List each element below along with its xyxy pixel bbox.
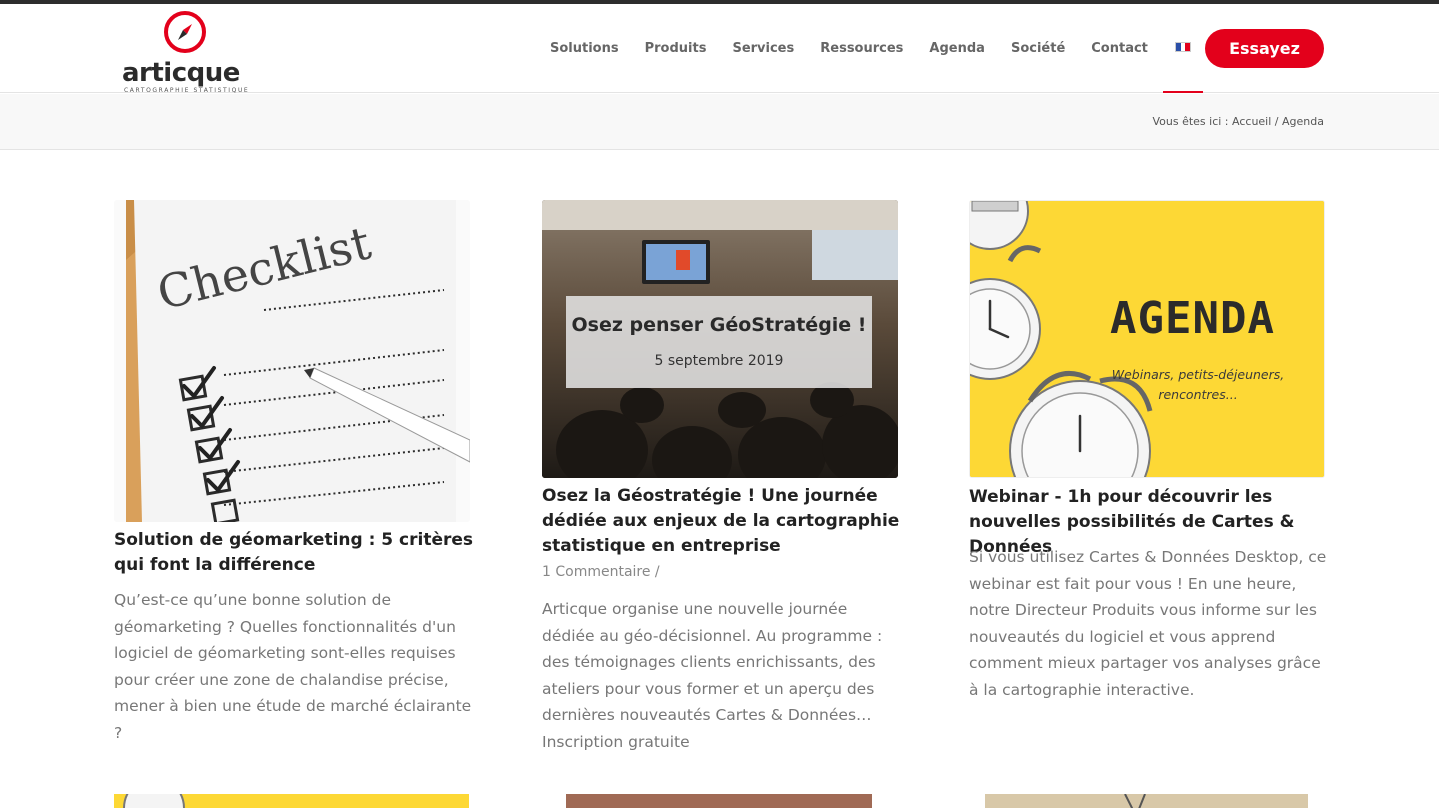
language-switcher[interactable] (1162, 4, 1203, 93)
breadcrumb-separator: / (1274, 115, 1279, 128)
agenda-subline: Webinars, petits-déjeuners, rencontres..… (1111, 367, 1285, 402)
post-title[interactable]: Osez la Géostratégie ! Une journée dédié… (542, 484, 902, 559)
post-title[interactable]: Solution de géomarketing : 5 critères qu… (114, 528, 474, 578)
breadcrumb: Vous êtes ici : Accueil / Agenda (1152, 115, 1324, 128)
photo-thumbnail (985, 794, 1308, 808)
conference-photo (542, 200, 898, 478)
breadcrumb-current: Agenda (1282, 115, 1324, 128)
breadcrumb-bar: Vous êtes ici : Accueil / Agenda (0, 94, 1439, 150)
next-post-thumbnail[interactable] (566, 794, 872, 808)
post-thumbnail-checklist[interactable]: Checklist (114, 200, 470, 522)
alarm-clock-image (114, 794, 469, 808)
articque-logo[interactable]: articque CARTOGRAPHIE STATISTIQUE (122, 10, 250, 94)
breadcrumb-home-link[interactable]: Accueil (1232, 115, 1271, 128)
next-post-thumbnail[interactable] (114, 794, 469, 808)
nav-solutions[interactable]: Solutions (537, 4, 632, 93)
logo-wordmark: articque (122, 58, 240, 88)
nav-societe[interactable]: Société (998, 4, 1078, 93)
try-button[interactable]: Essayez (1205, 29, 1324, 68)
post-comments-link[interactable]: 1 Commentaire / (542, 564, 660, 580)
compass-icon (164, 11, 206, 53)
agenda-headline: AGENDA (1110, 293, 1275, 344)
next-post-thumbnail[interactable] (985, 794, 1308, 808)
post-excerpt: Si vous utilisez Cartes & Données Deskto… (969, 548, 1327, 699)
nav-agenda[interactable]: Agenda (916, 4, 998, 93)
nav-services[interactable]: Services (719, 4, 807, 93)
logo-tagline: CARTOGRAPHIE STATISTIQUE (124, 87, 250, 94)
post-thumbnail-conference[interactable]: Osez penser GéoStratégie ! 5 septembre 2… (542, 200, 898, 478)
french-flag-icon (1174, 41, 1191, 52)
nav-produits[interactable]: Produits (632, 4, 720, 93)
nav-ressources[interactable]: Ressources (807, 4, 916, 93)
conference-date: 5 septembre 2019 (654, 353, 784, 369)
post-excerpt: Qu’est-ce qu’une bonne solution de géoma… (114, 591, 472, 742)
conference-headline: Osez penser GéoStratégie ! (571, 314, 867, 336)
main-navigation: Solutions Produits Services Ressources A… (537, 4, 1243, 93)
post-thumbnail-agenda[interactable]: AGENDA Webinars, petits-déjeuners, renco… (969, 200, 1325, 478)
post-excerpt: Articque organise une nouvelle journée d… (542, 600, 883, 751)
breadcrumb-prefix: Vous êtes ici : (1152, 115, 1229, 128)
nav-contact[interactable]: Contact (1078, 4, 1161, 93)
